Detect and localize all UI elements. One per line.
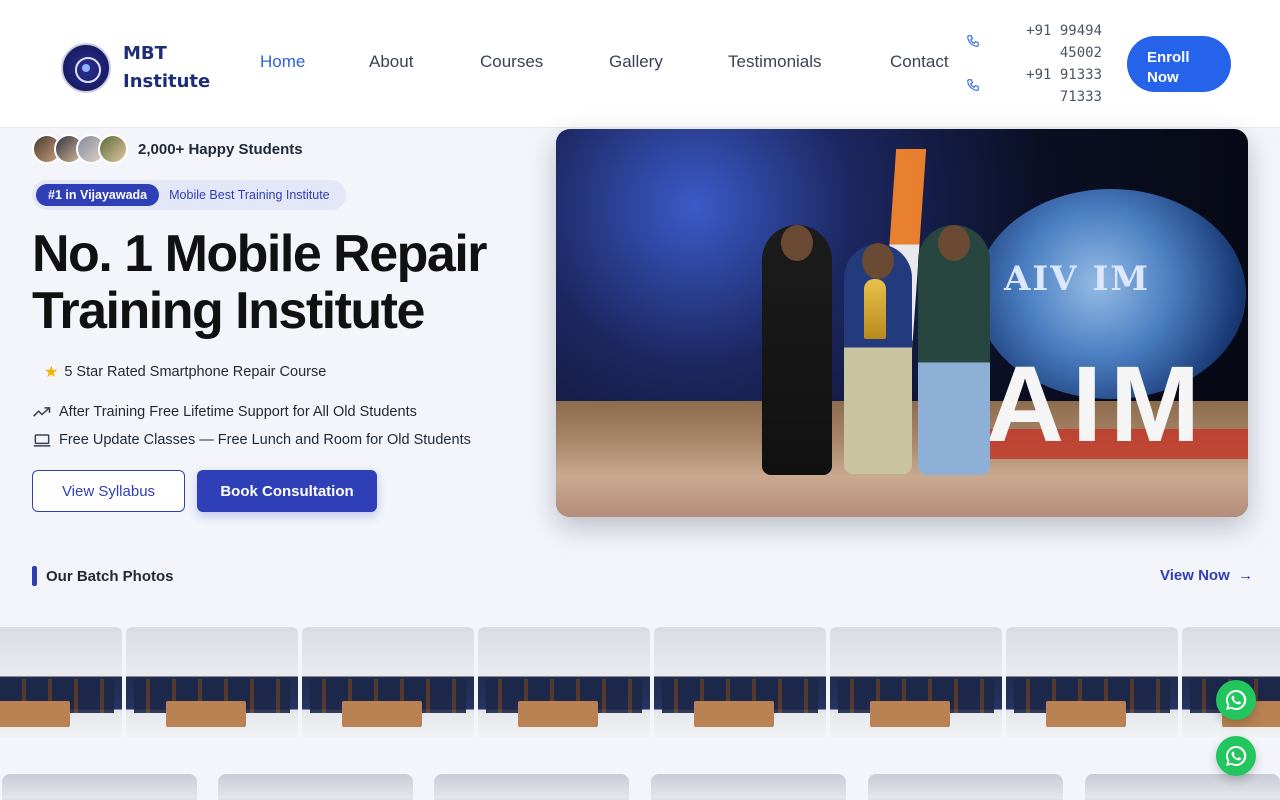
photo-person-head: [781, 225, 813, 261]
phone-icon: [967, 79, 979, 91]
batch-photo[interactable]: [0, 627, 122, 737]
phone-number: +91 99494 45002: [1022, 20, 1102, 64]
logo-line2: Institute: [123, 71, 211, 92]
ranking-pill: #1 in Vijayawada: [36, 184, 160, 206]
gallery-photo[interactable]: [218, 774, 413, 800]
phone-number-part: +91 99494: [1026, 23, 1102, 39]
gallery-photo[interactable]: [2, 774, 197, 800]
gallery-photo[interactable]: [868, 774, 1063, 800]
ranking-text: Mobile Best Training Institute: [169, 188, 330, 202]
ranking-badge: #1 in Vijayawada Mobile Best Training In…: [32, 180, 346, 210]
whatsapp-button[interactable]: [1216, 736, 1256, 776]
batch-section-heading: Our Batch Photos: [32, 566, 174, 586]
brand-logo[interactable]: MBT Institute: [61, 40, 210, 96]
rating-text: 5 Star Rated Smartphone Repair Course: [64, 364, 327, 380]
site-header: MBT Institute Home About Courses Gallery…: [0, 0, 1280, 128]
phone-number-part: 71333: [1059, 89, 1102, 105]
batch-photo[interactable]: [1006, 627, 1178, 737]
hero-photo: AIV IM AIM: [556, 129, 1248, 517]
hero-title-line2: Training Institute: [32, 282, 425, 340]
photo-person: [762, 225, 832, 475]
whatsapp-icon: [1226, 689, 1247, 710]
avatar-group: [32, 134, 128, 164]
batch-photo[interactable]: [478, 627, 650, 737]
logo-line1: MBT: [123, 43, 167, 64]
phone-icon: [967, 35, 979, 47]
batch-photo-strip[interactable]: [0, 627, 1280, 737]
trend-icon: [33, 407, 51, 417]
students-count-text: 2,000+ Happy Students: [138, 140, 303, 158]
section-title: Our Batch Photos: [46, 567, 174, 585]
avatar: [98, 134, 128, 164]
enroll-label-line1: Enroll: [1147, 49, 1190, 66]
gallery-photo[interactable]: [1085, 774, 1280, 800]
view-syllabus-button[interactable]: View Syllabus: [32, 470, 185, 512]
enroll-label-line2: Now: [1147, 69, 1179, 86]
trophy-icon: [864, 279, 886, 339]
batch-photo[interactable]: [126, 627, 298, 737]
view-now-link[interactable]: View Now →: [1160, 567, 1253, 584]
feature-item: Free Update Classes — Free Lunch and Roo…: [32, 432, 471, 448]
phone-list: +91 99494 45002 +91 91333 71333: [966, 20, 1106, 108]
nav-home[interactable]: Home: [260, 52, 305, 72]
logo-text: MBT Institute: [123, 40, 210, 96]
batch-photo[interactable]: [830, 627, 1002, 737]
nav-about[interactable]: About: [369, 52, 413, 72]
arrow-right-icon: →: [1233, 567, 1254, 584]
photo-person: [918, 225, 990, 475]
gallery-row: [0, 774, 1280, 800]
photo-person-head: [862, 243, 894, 279]
whatsapp-button[interactable]: [1216, 680, 1256, 720]
happy-students: 2,000+ Happy Students: [32, 134, 303, 164]
gallery-photo[interactable]: [434, 774, 629, 800]
book-consultation-button[interactable]: Book Consultation: [197, 470, 377, 512]
photo-aim-letters: AIM: [986, 343, 1208, 464]
rating-line: ★ 5 Star Rated Smartphone Repair Course: [44, 362, 326, 382]
whatsapp-icon: [1226, 745, 1247, 766]
photo-globe-text: AIV IM: [1004, 259, 1151, 299]
photo-person-head: [938, 225, 970, 261]
gallery-photo[interactable]: [651, 774, 846, 800]
batch-photo[interactable]: [302, 627, 474, 737]
feature-text: After Training Free Lifetime Support for…: [59, 404, 417, 420]
laptop-icon: [33, 434, 51, 447]
hero-title: No. 1 Mobile Repair Training Institute: [32, 226, 532, 340]
feature-text: Free Update Classes — Free Lunch and Roo…: [59, 432, 471, 448]
view-now-label: View Now: [1160, 567, 1230, 584]
logo-emblem-icon: [61, 43, 111, 93]
batch-photo[interactable]: [654, 627, 826, 737]
hero-title-line1: No. 1 Mobile Repair: [32, 225, 488, 283]
section-accent-bar: [32, 566, 37, 586]
phone-number: +91 91333 71333: [1022, 64, 1102, 108]
nav-contact[interactable]: Contact: [890, 52, 949, 72]
phone-item[interactable]: +91 91333 71333: [966, 64, 1106, 108]
nav-testimonials[interactable]: Testimonials: [728, 52, 822, 72]
star-icon: ★: [44, 364, 59, 381]
phone-item[interactable]: +91 99494 45002: [966, 20, 1106, 64]
phone-number-part: 45002: [1059, 45, 1102, 61]
nav-gallery[interactable]: Gallery: [609, 52, 663, 72]
feature-item: After Training Free Lifetime Support for…: [32, 404, 417, 420]
phone-number-part: +91 91333: [1026, 67, 1102, 83]
enroll-now-button[interactable]: Enroll Now: [1127, 36, 1231, 92]
nav-courses[interactable]: Courses: [480, 52, 543, 72]
